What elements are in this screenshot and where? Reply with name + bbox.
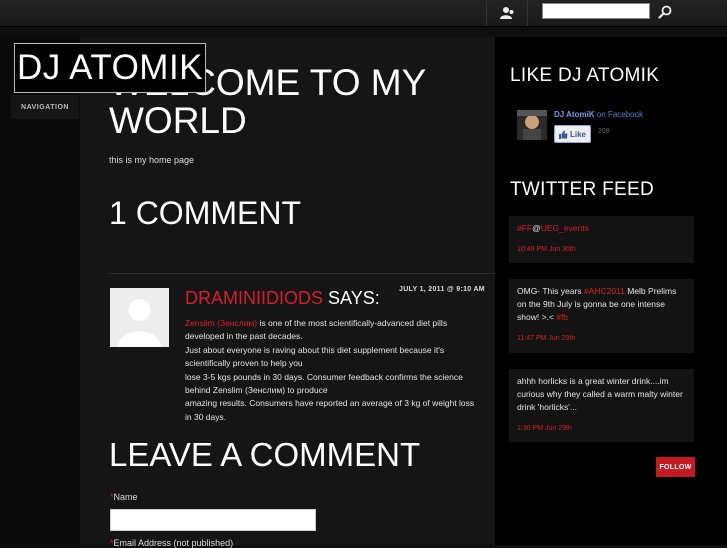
tweet-text: OMG- This years #AHC2011 Melb Prelims on… [517,285,686,324]
facebook-page-title[interactable]: DJ AtomiK [554,110,595,119]
hashtag-link[interactable]: #AHC2011 [584,286,625,296]
facebook-page-avatar[interactable] [517,110,547,140]
tweet-text: ahhh horlicks is a great winter drink...… [517,376,683,412]
user-icon [500,7,514,19]
comment-line-4: amazing results. Consumers have reported… [185,398,475,422]
at-symbol: @ [532,223,541,233]
name-field[interactable] [110,509,316,531]
site-logo[interactable]: DJ ATOMIK [14,43,207,93]
email-label-text: Email Address (not published) [113,538,234,548]
comment-body-link[interactable]: Zenslim (Зенслим) [185,318,257,328]
search-icon [658,5,672,19]
search-button[interactable] [654,2,676,22]
like-count: 208 [598,128,610,135]
hashtag-link[interactable]: #fb [556,312,568,322]
tweet-item: OMG- This years #AHC2011 Melb Prelims on… [509,279,694,353]
avatar [110,288,169,347]
tweet-text-part: OMG- This years [517,286,584,296]
like-label: Like [570,129,587,139]
comment-body: Zenslim (Зенслим) is one of the most sci… [185,317,475,424]
hashtag-link[interactable]: #FF [517,223,532,233]
navigation-toggle[interactable]: NAVIGATION [11,95,79,119]
comment-line-2: Just about everyone is raving about this… [185,344,445,369]
name-label-text: Name [113,492,138,502]
divider [109,273,495,274]
tweet-time[interactable]: 1:30 PM Jun 29th [517,422,686,435]
facebook-like-button[interactable]: Like [554,125,592,143]
tweet-time[interactable]: 10:49 PM Jun 30th [517,243,686,256]
comment-says-label: SAYS: [323,288,380,308]
user-menu-button[interactable] [486,0,528,26]
top-bar [0,0,727,27]
tweet-time[interactable]: 11:47 PM Jun 29th [517,332,686,345]
email-field-label: *Email Address (not published) [110,538,233,548]
comment-author: DRAMINIIDIODS SAYS: [185,288,380,309]
default-avatar-icon [110,288,169,347]
comments-title: 1 COMMENT [109,195,301,231]
facebook-suffix: on Facebook [594,110,644,119]
facebook-page-name[interactable]: DJ AtomiK on Facebook [554,110,643,119]
handle-link[interactable]: UEG_events [541,223,589,233]
leave-comment-title: LEAVE A COMMENT [109,436,421,473]
profile-photo-icon [517,110,547,140]
follow-button[interactable]: FOLLOW [656,457,695,477]
tweet-item: ahhh horlicks is a great winter drink...… [509,369,694,442]
name-field-label: *Name [110,492,138,502]
page-text: this is my home page [109,155,195,165]
comment-date[interactable]: JULY 1, 2011 @ 9:10 AM [399,286,485,293]
comment-line-3: lose 3-5 kgs pounds in 30 days. Consumer… [185,371,463,396]
search-input[interactable] [542,3,650,19]
comment-author-link[interactable]: DRAMINIIDIODS [185,288,323,308]
tweet-item: #FF@UEG_events 10:49 PM Jun 30th [509,216,694,263]
tweet-text: #FF@UEG_events [517,222,686,235]
thumbs-up-icon [559,130,568,139]
like-widget-title: LIKE DJ ATOMIK [510,65,660,86]
twitter-widget-title: TWITTER FEED [510,179,654,200]
